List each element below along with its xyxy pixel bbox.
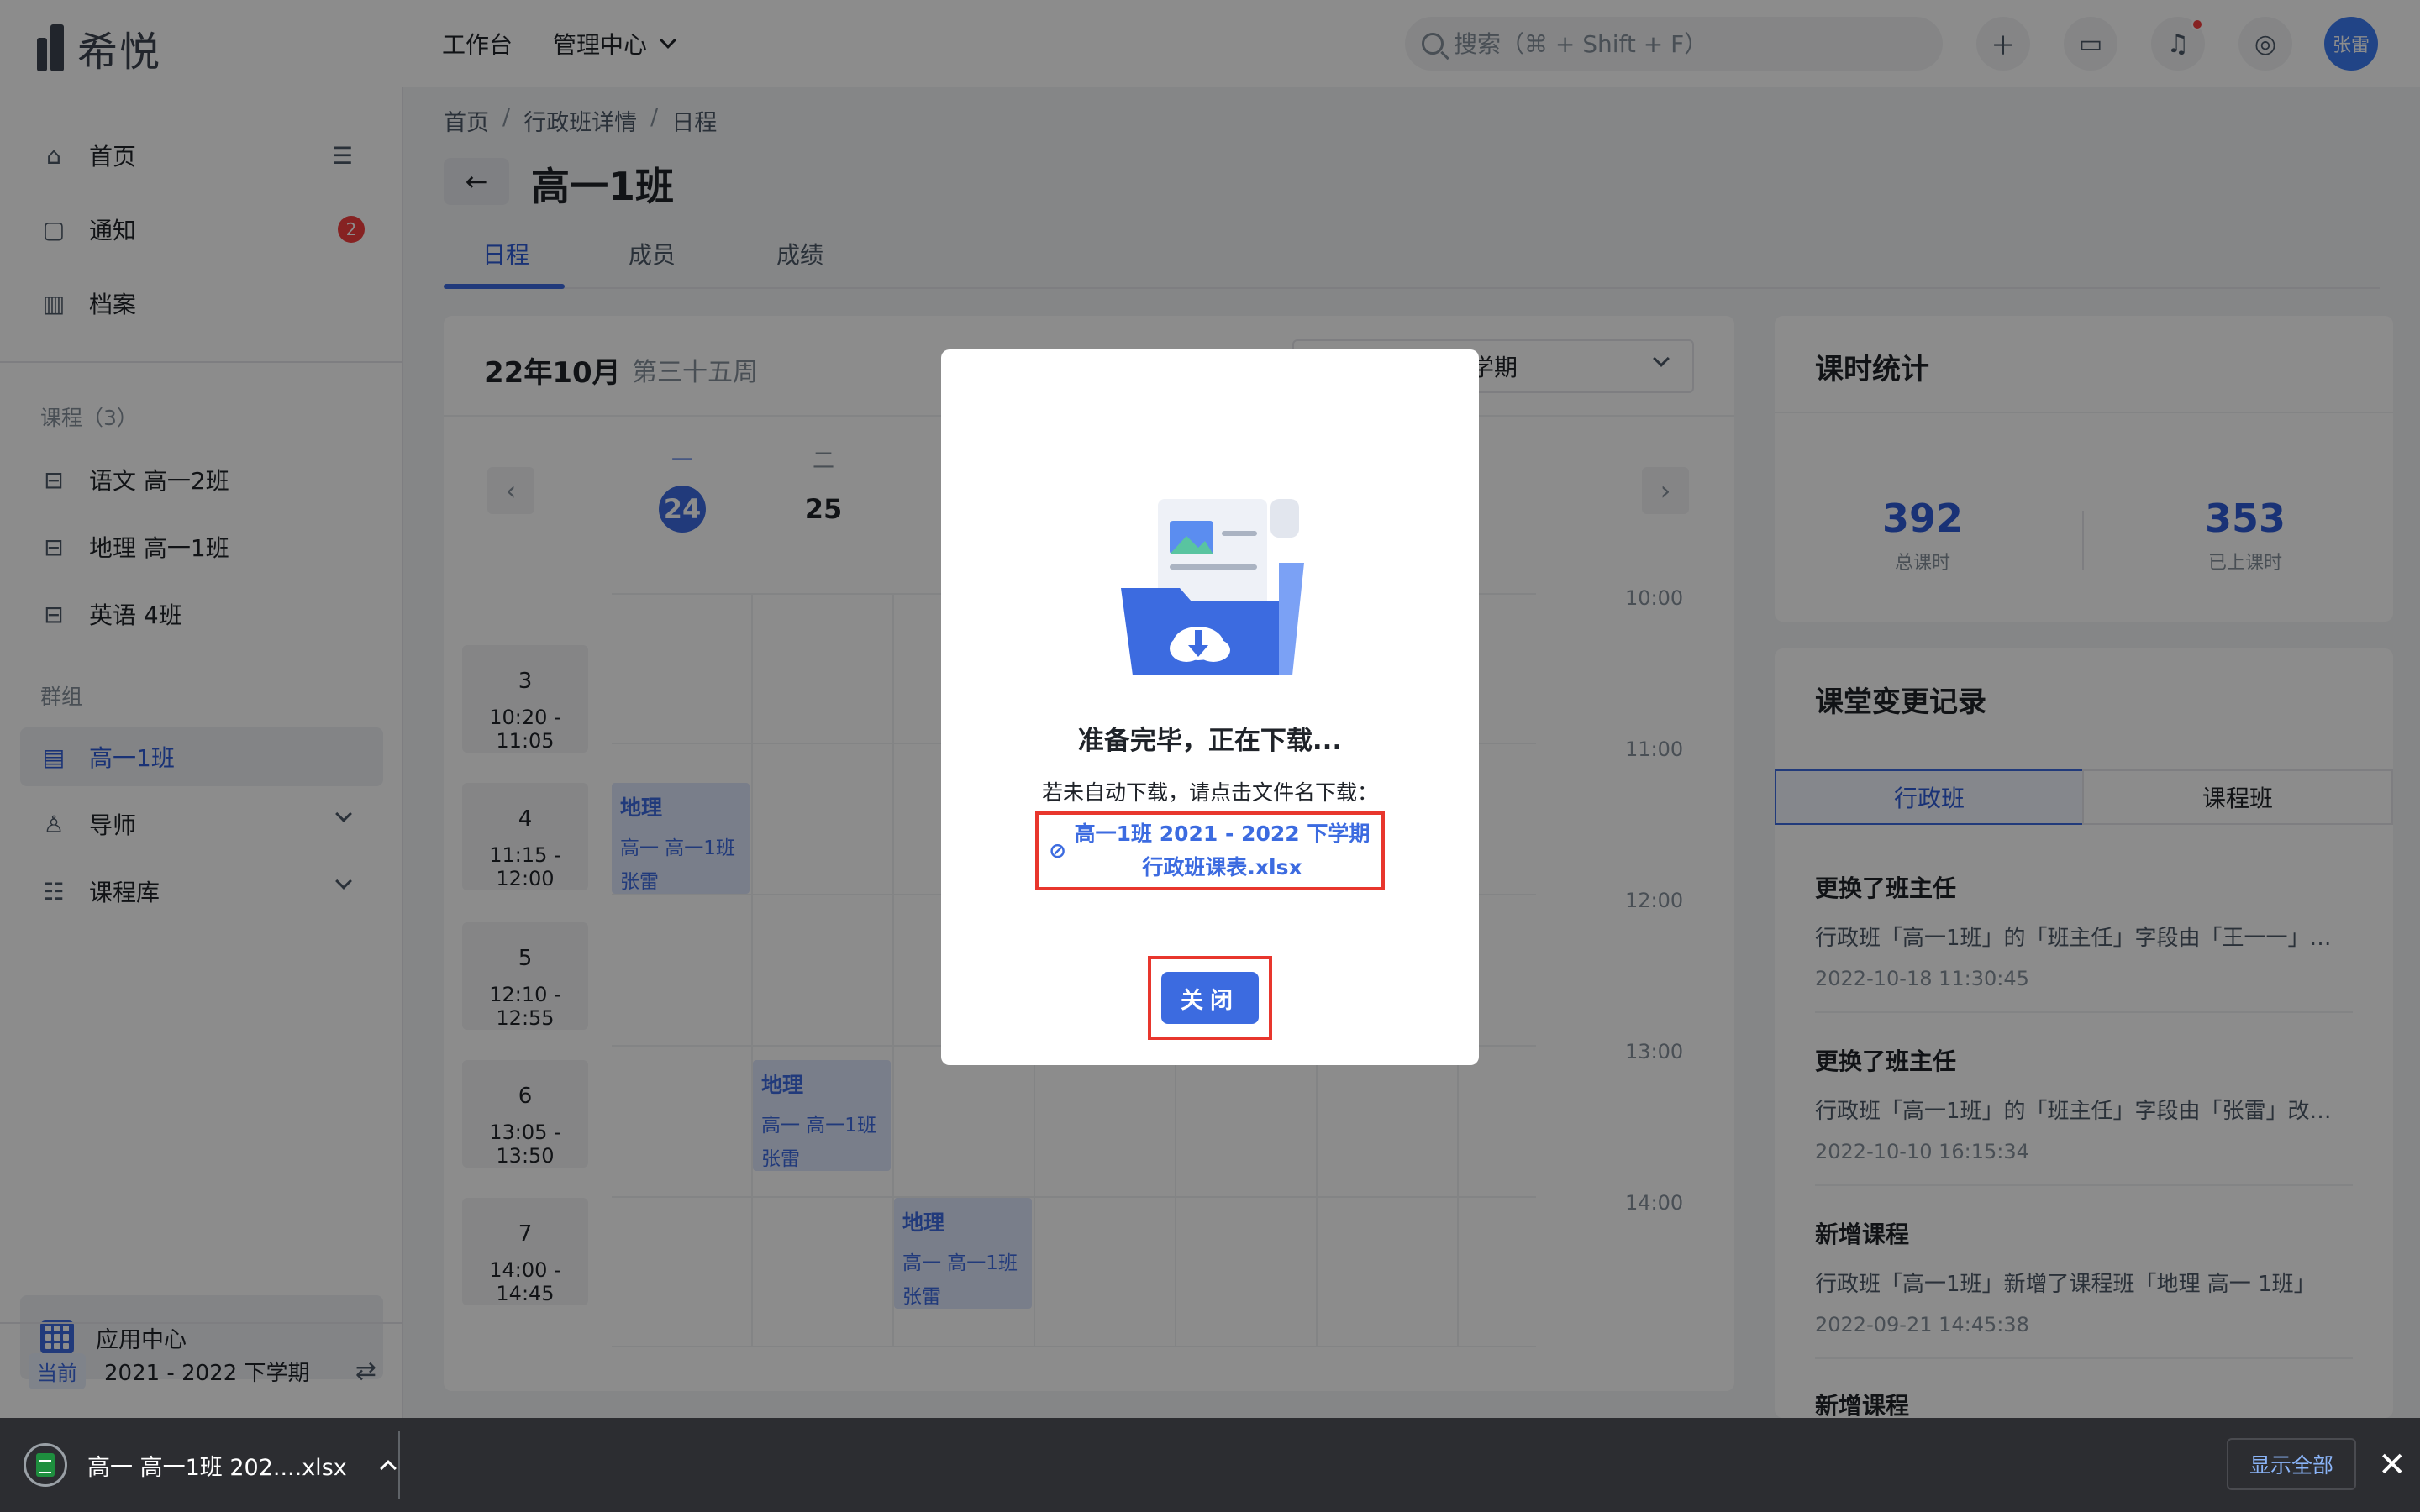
download-modal: 准备完毕，正在下载... 若未自动下载，请点击文件名下载： ⊘ 高一1班 202…	[941, 349, 1479, 1065]
file-name: 高一1班 2021 - 2022 下学期 行政班课表.xlsx	[1074, 822, 1370, 879]
close-button[interactable]: 关闭	[1161, 972, 1259, 1024]
download-item[interactable]: 高一 高一1班 202....xlsx	[24, 1441, 397, 1488]
download-file-link[interactable]: ⊘ 高一1班 2021 - 2022 下学期 行政班课表.xlsx	[1035, 811, 1385, 890]
spreadsheet-file-icon	[24, 1443, 67, 1487]
modal-title: 准备完毕，正在下载...	[1077, 726, 1343, 756]
modal-hint: 若未自动下载，请点击文件名下载：	[1041, 780, 1378, 805]
show-all-button[interactable]: 显示全部	[2227, 1438, 2356, 1490]
download-bar-separator	[398, 1431, 400, 1499]
download-bar: 高一 高一1班 202....xlsx 显示全部 ✕	[0, 1418, 2420, 1512]
download-folder-icon	[1121, 499, 1304, 675]
download-file-label: 高一 高一1班 202....xlsx	[87, 1454, 347, 1481]
close-button-highlight: 关闭	[1148, 956, 1272, 1040]
chevron-up-icon[interactable]	[379, 1460, 397, 1477]
close-icon[interactable]: ✕	[2378, 1441, 2407, 1488]
attachment-icon: ⊘	[1049, 838, 1066, 863]
